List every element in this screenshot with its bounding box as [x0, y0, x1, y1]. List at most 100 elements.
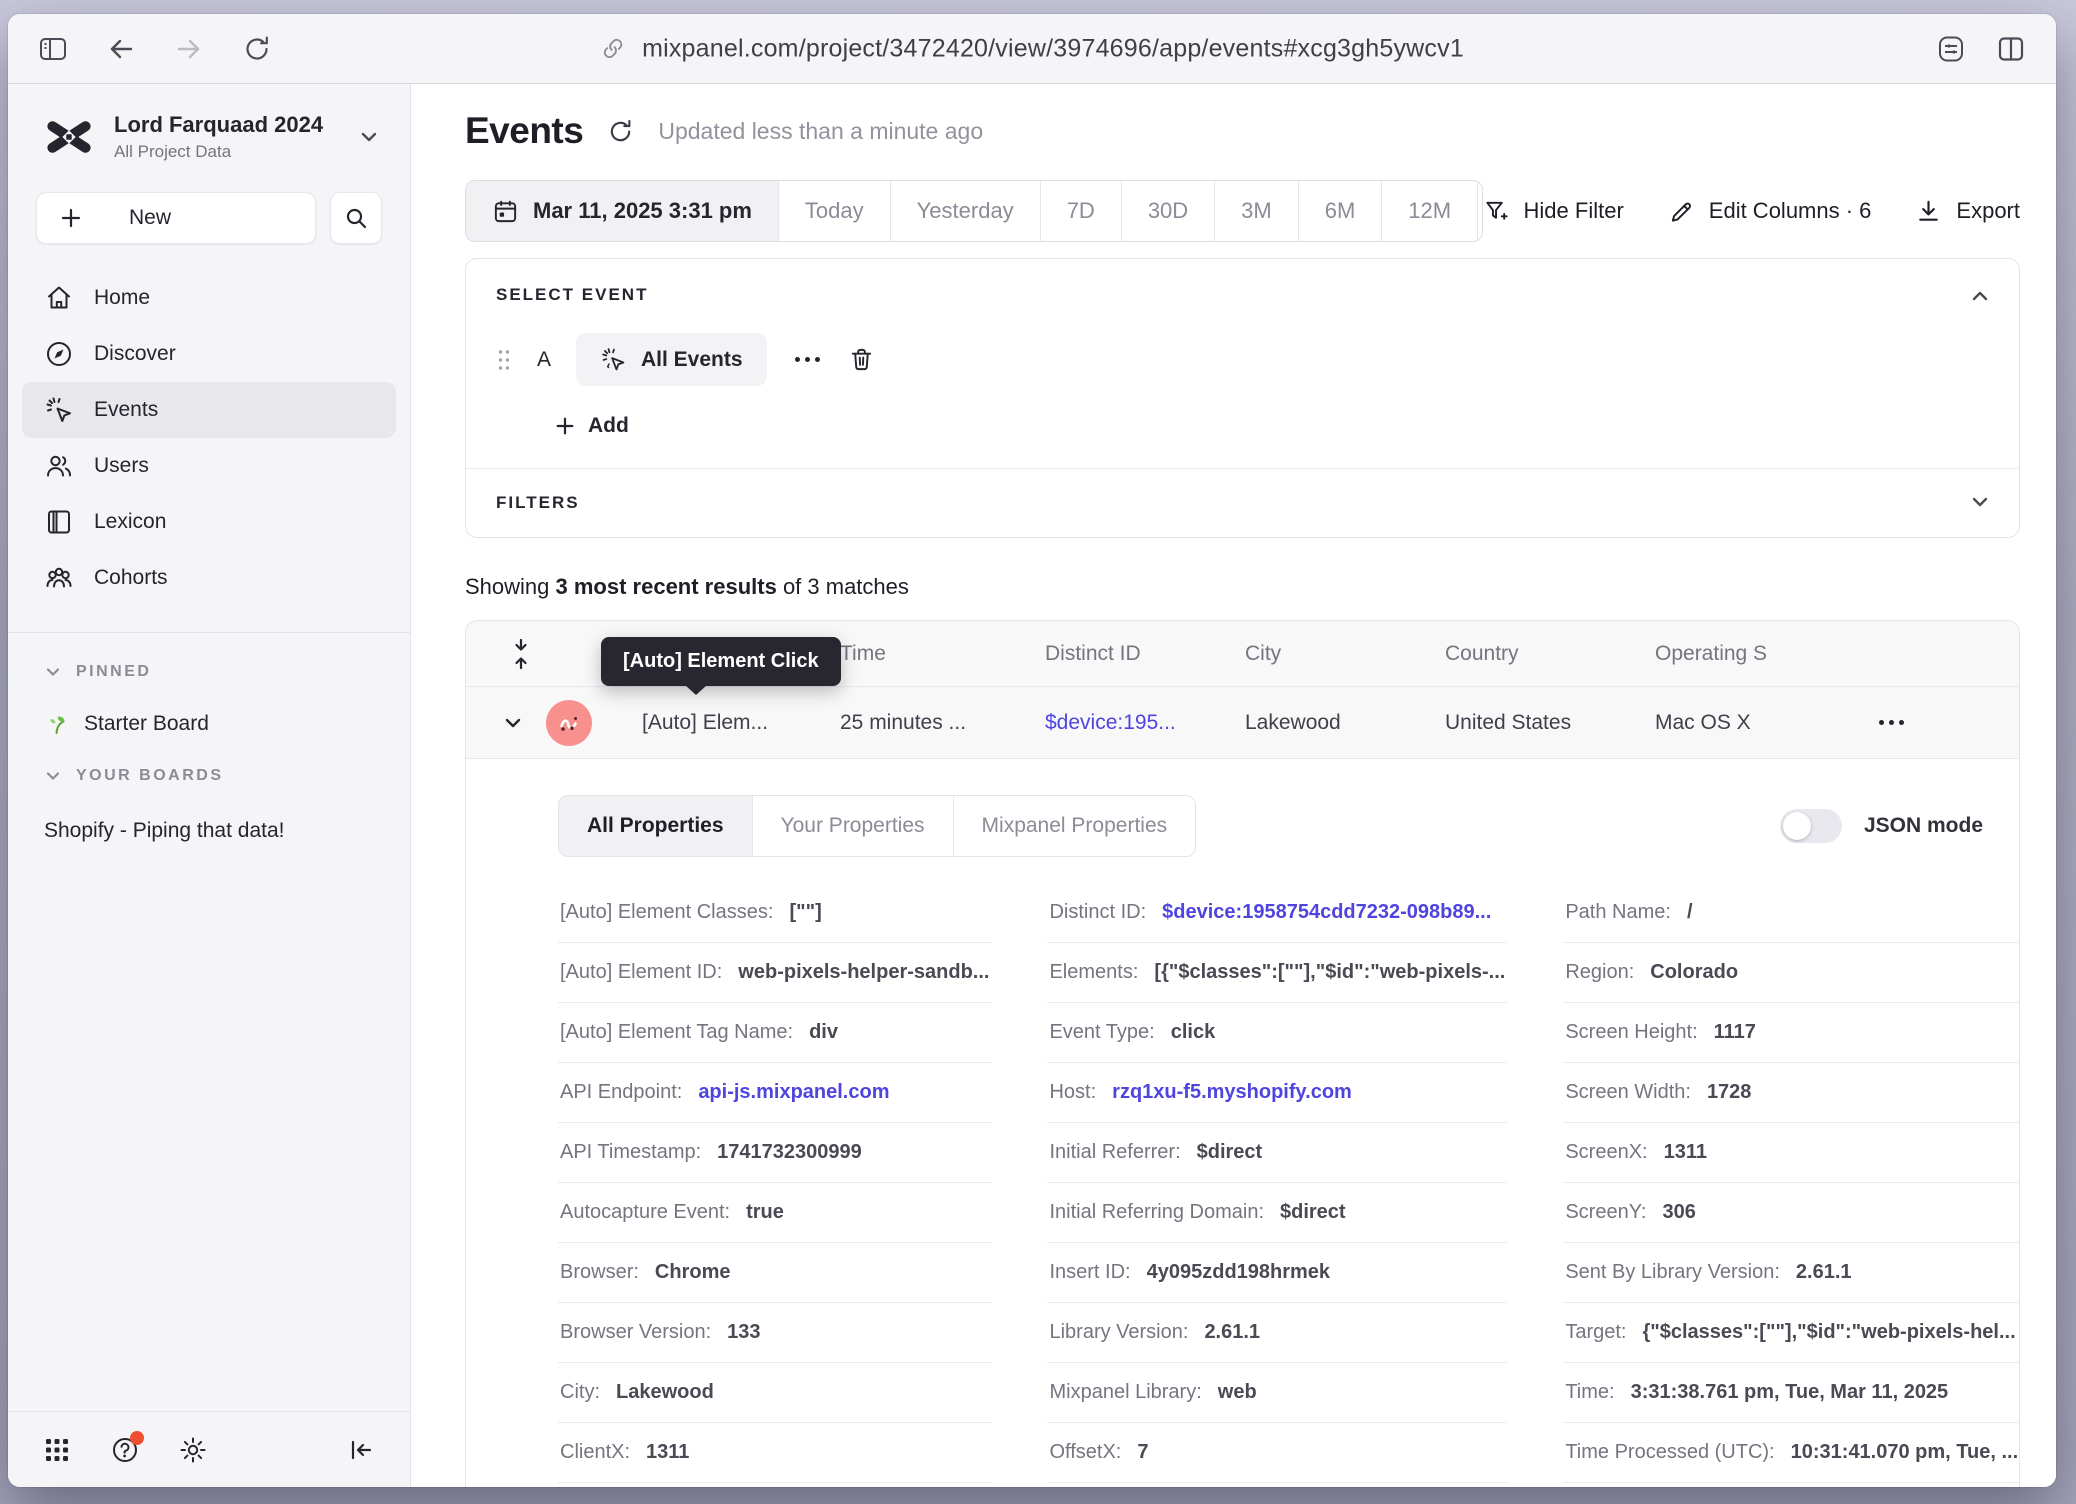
your-boards-section-header[interactable]: YOUR BOARDS	[8, 737, 410, 785]
mixpanel-logo-icon	[42, 110, 96, 164]
table-row[interactable]: [Auto] Elem... 25 minutes ... $device:19…	[466, 687, 2019, 759]
export-button[interactable]: Export	[1915, 198, 2020, 225]
property-row: API Endpoint: api-js.mixpanel.com	[558, 1063, 991, 1123]
split-view-icon[interactable]	[1996, 34, 2026, 64]
property-label: Target:	[1565, 1321, 1626, 1344]
property-row: Host: rzq1xu-f5.myshopify.com	[1047, 1063, 1507, 1123]
event-selector[interactable]: All Events	[576, 333, 767, 386]
back-icon[interactable]	[106, 34, 136, 64]
collapse-rows-icon[interactable]	[508, 637, 534, 671]
column-header-time[interactable]: Time	[840, 642, 1045, 666]
property-label: Screen Height:	[1565, 1021, 1697, 1044]
property-label: Initial Referring Domain:	[1049, 1201, 1264, 1224]
results-summary: Showing 3 most recent results of 3 match…	[465, 574, 2020, 600]
preset-today[interactable]: Today	[778, 181, 890, 241]
sidebar-item-discover[interactable]: Discover	[22, 326, 396, 382]
forward-icon[interactable]	[174, 34, 204, 64]
add-event-button[interactable]: Add	[554, 414, 629, 438]
edit-columns-button[interactable]: Edit Columns · 6	[1668, 198, 1872, 225]
refresh-icon[interactable]	[607, 118, 634, 145]
sidebar-item-users[interactable]: Users	[22, 438, 396, 494]
column-header-os[interactable]: Operating S	[1655, 642, 1873, 666]
collapse-row-icon[interactable]	[502, 712, 524, 734]
column-header-city[interactable]: City	[1245, 642, 1445, 666]
main-content: Events Updated less than a minute ago Ma…	[411, 84, 2056, 1487]
gear-icon[interactable]	[178, 1435, 208, 1465]
property-label: Mixpanel Library:	[1049, 1381, 1201, 1404]
sidebar-item-label: Cohorts	[94, 566, 168, 590]
hide-filter-button[interactable]: Hide Filter	[1483, 198, 1624, 225]
edit-columns-label: Edit Columns · 6	[1709, 198, 1872, 224]
property-value: web	[1218, 1381, 1257, 1404]
property-value: 2.61.1	[1204, 1321, 1260, 1344]
pencil-icon	[1668, 198, 1695, 225]
property-row: Time: 3:31:38.761 pm, Tue, Mar 11, 2025	[1563, 1363, 2020, 1423]
preset-30d[interactable]: 30D	[1121, 181, 1214, 241]
property-label: Autocapture Event:	[560, 1201, 730, 1224]
sidebar-item-cohorts[interactable]: Cohorts	[22, 550, 396, 606]
reader-settings-icon[interactable]	[1936, 34, 1966, 64]
cell-distinct-id[interactable]: $device:195...	[1045, 711, 1245, 735]
pinned-section-header[interactable]: PINNED	[8, 633, 410, 681]
row-more-icon[interactable]	[1873, 714, 1910, 731]
property-label: Screen Width:	[1565, 1081, 1691, 1104]
preset-6m[interactable]: 6M	[1298, 181, 1382, 241]
collapse-section-icon[interactable]	[1969, 285, 1991, 307]
compass-icon	[44, 339, 74, 369]
property-value[interactable]: api-js.mixpanel.com	[698, 1081, 889, 1104]
project-switcher[interactable]: Lord Farquaad 2024 All Project Data	[8, 110, 410, 164]
sidebar-item-events[interactable]: Events	[22, 382, 396, 438]
cell-event-name[interactable]: [Auto] Elem...	[642, 711, 840, 735]
help-button[interactable]	[110, 1435, 140, 1465]
tab-mixpanel-properties[interactable]: Mixpanel Properties	[953, 796, 1196, 856]
more-icon[interactable]	[789, 351, 826, 368]
filter-icon	[1483, 198, 1510, 225]
apps-grid-icon[interactable]	[42, 1435, 72, 1465]
sidebar-item-label: Users	[94, 454, 149, 478]
collapse-sidebar-icon[interactable]	[346, 1435, 376, 1465]
property-value[interactable]: rzq1xu-f5.myshopify.com	[1112, 1081, 1352, 1104]
tab-your-properties[interactable]: Your Properties	[752, 796, 953, 856]
column-header-country[interactable]: Country	[1445, 642, 1655, 666]
column-header-distinct-id[interactable]: Distinct ID	[1045, 642, 1245, 666]
sidebar-item-home[interactable]: Home	[22, 270, 396, 326]
property-row: [Auto] Element Classes: [""]	[558, 883, 991, 943]
property-row: Event Type: click	[1047, 1003, 1507, 1063]
property-row: OffsetX: 7	[1047, 1423, 1507, 1483]
filters-section: FILTERS	[466, 468, 2019, 537]
property-label: [Auto] Element Classes:	[560, 901, 773, 924]
property-row: Browser: Chrome	[558, 1243, 991, 1303]
preset-12m[interactable]: 12M	[1381, 181, 1477, 241]
json-mode-toggle[interactable]	[1780, 809, 1842, 843]
link-icon	[600, 36, 626, 62]
drag-handle-icon[interactable]	[496, 347, 512, 373]
new-button[interactable]: New	[36, 192, 316, 244]
preset-3m[interactable]: 3M	[1214, 181, 1298, 241]
property-row: ScreenX: 1311	[1563, 1123, 2020, 1183]
property-value: Colorado	[1650, 961, 1738, 984]
date-range-current[interactable]: Mar 11, 2025 3:31 pm	[466, 181, 778, 241]
property-value: Lakewood	[616, 1381, 714, 1404]
sidebar-item-starter-board[interactable]: Starter Board	[8, 681, 410, 737]
sidebar-item-shopify-board[interactable]: Shopify - Piping that data!	[8, 785, 410, 843]
tab-all-properties[interactable]: All Properties	[559, 796, 752, 856]
property-label: [Auto] Element ID:	[560, 961, 722, 984]
property-value: 1728	[1707, 1081, 1752, 1104]
sidebar-toggle-icon[interactable]	[38, 34, 68, 64]
calendar-icon	[492, 198, 519, 225]
property-value[interactable]: $device:1958754cdd7232-098b89...	[1162, 901, 1491, 924]
preset-7d[interactable]: 7D	[1040, 181, 1121, 241]
search-button[interactable]	[330, 192, 382, 244]
property-row: City: Lakewood	[558, 1363, 991, 1423]
preset-yesterday[interactable]: Yesterday	[890, 181, 1040, 241]
download-icon	[1915, 198, 1942, 225]
property-label: Elements:	[1049, 961, 1138, 984]
property-row: Initial Referrer: $direct	[1047, 1123, 1507, 1183]
trash-icon[interactable]	[848, 346, 875, 373]
property-row: Library Version: 2.61.1	[1047, 1303, 1507, 1363]
cell-time: 25 minutes ...	[840, 711, 1045, 735]
reload-icon[interactable]	[242, 34, 272, 64]
sidebar-item-lexicon[interactable]: Lexicon	[22, 494, 396, 550]
address-bar[interactable]: mixpanel.com/project/3472420/view/397469…	[600, 34, 1464, 63]
expand-section-icon[interactable]	[1969, 491, 1991, 513]
